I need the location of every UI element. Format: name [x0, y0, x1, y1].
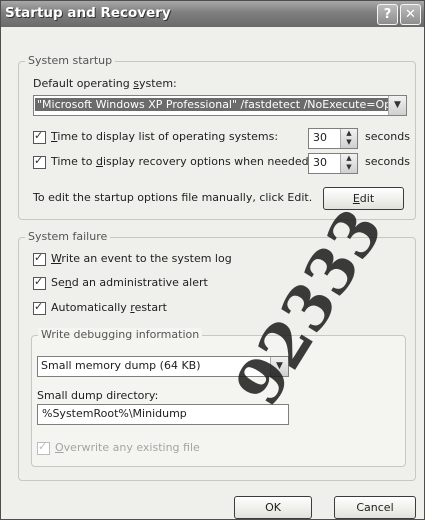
debugging-info-label: Write debugging information: [38, 328, 203, 341]
write-event-checkbox[interactable]: [33, 251, 46, 266]
dump-type-value: Small memory dump (64 KB): [41, 359, 201, 372]
help-icon: ?: [383, 7, 392, 22]
time-list-checkbox[interactable]: [33, 129, 46, 144]
dump-dir-value: %SystemRoot%\Minidump: [42, 407, 187, 420]
system-failure-label: System failure: [25, 230, 111, 243]
time-recovery-stepper[interactable]: 30 ▲ ▼: [308, 153, 358, 174]
close-button[interactable]: ✕: [400, 4, 421, 25]
time-list-label: Time to display list of operating system…: [51, 130, 279, 143]
ok-button[interactable]: OK: [234, 496, 312, 519]
cancel-button[interactable]: Cancel: [334, 496, 416, 519]
default-os-value: "Microsoft Windows XP Professional" /fas…: [35, 98, 406, 111]
auto-restart-label: Automatically restart: [51, 301, 167, 314]
time-list-value: 30: [313, 131, 327, 144]
auto-restart-checkbox[interactable]: [33, 300, 46, 315]
time-recovery-value: 30: [313, 156, 327, 169]
overwrite-checkbox[interactable]: [37, 440, 50, 455]
title-bar[interactable]: Startup and Recovery ? ✕: [1, 1, 424, 27]
time-recovery-seconds-label: seconds: [365, 155, 410, 168]
default-os-select[interactable]: "Microsoft Windows XP Professional" /fas…: [33, 95, 407, 116]
chevron-down-icon[interactable]: ▼: [270, 357, 288, 376]
dump-dir-input[interactable]: %SystemRoot%\Minidump: [37, 404, 289, 425]
system-startup-label: System startup: [25, 54, 116, 67]
arrow-down-icon[interactable]: ▼: [341, 163, 357, 172]
time-list-stepper[interactable]: 30 ▲ ▼: [308, 128, 358, 149]
edit-button[interactable]: Edit: [323, 187, 404, 210]
help-button[interactable]: ?: [377, 4, 398, 25]
write-event-label: Write an event to the system log: [51, 252, 232, 265]
time-recovery-label: Time to display recovery options when ne…: [51, 155, 313, 168]
time-list-seconds-label: seconds: [365, 130, 410, 143]
time-recovery-checkbox[interactable]: [33, 154, 46, 169]
admin-alert-checkbox[interactable]: [33, 275, 46, 290]
close-icon: ✕: [405, 7, 416, 22]
dump-type-select[interactable]: Small memory dump (64 KB) ▼: [37, 356, 289, 377]
startup-recovery-dialog: Startup and Recovery ? ✕ System startup …: [0, 0, 425, 520]
admin-alert-label: Send an administrative alert: [51, 276, 208, 289]
overwrite-label: Overwrite any existing file: [55, 441, 200, 454]
window-title: Startup and Recovery: [5, 5, 171, 21]
arrow-down-icon[interactable]: ▼: [341, 138, 357, 147]
default-os-label: Default operating system:: [33, 77, 177, 90]
chevron-down-icon[interactable]: ▼: [388, 96, 406, 115]
dump-dir-label: Small dump directory:: [37, 389, 159, 402]
arrow-up-icon[interactable]: ▲: [341, 129, 357, 138]
edit-hint-text: To edit the startup options file manuall…: [33, 191, 313, 204]
arrow-up-icon[interactable]: ▲: [341, 154, 357, 163]
